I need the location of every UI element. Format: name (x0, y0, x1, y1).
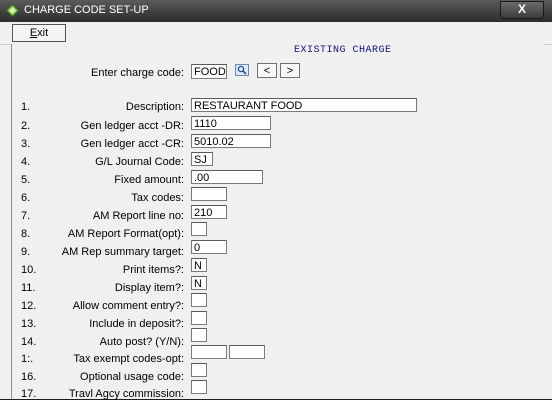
travel-agency-commission-label: Travl Agcy commission: (68, 388, 184, 400)
charge-code-setup-window: CHARGE CODE SET-UP X Exit EXISTING CHARG… (0, 0, 552, 400)
allow-comment-label: Allow comment entry?: (72, 300, 184, 312)
search-icon[interactable] (235, 64, 249, 76)
fixed-amount-label: Fixed amount: (114, 174, 184, 186)
tax-exempt-field-2[interactable] (229, 345, 265, 359)
tax-exempt-field-1[interactable] (191, 345, 227, 359)
previous-code-button[interactable]: < (257, 63, 277, 78)
am-report-line-label: AM Report line no: (92, 210, 184, 222)
fixed-amount-field[interactable]: .00 (191, 170, 263, 184)
toolbar: Exit (0, 22, 552, 45)
gl-acct-dr-label: Gen ledger acct -DR: (80, 120, 184, 132)
auto-post-field[interactable] (191, 328, 207, 342)
optional-usage-field[interactable] (191, 363, 207, 377)
print-items-label: Print items?: (122, 264, 184, 276)
tax-exempt-label: Tax exempt codes-opt: (73, 353, 184, 365)
charge-code-input[interactable]: FOOD (191, 64, 227, 79)
close-icon: X (517, 2, 526, 16)
travel-agency-commission-field[interactable] (191, 380, 207, 394)
optional-usage-label: Optional usage code: (80, 371, 184, 383)
exit-label: xit (37, 27, 49, 39)
allow-comment-field[interactable] (191, 293, 207, 307)
gl-journal-code-field[interactable]: SJ (191, 152, 213, 166)
title-bar: CHARGE CODE SET-UP X (0, 0, 552, 22)
charge-code-label: Enter charge code: (91, 67, 184, 79)
am-rep-summary-label: AM Rep summary target: (61, 246, 184, 258)
app-icon (6, 4, 19, 17)
include-deposit-field[interactable] (191, 311, 207, 325)
gl-acct-dr-field[interactable]: 1110 (191, 116, 271, 130)
print-items-field[interactable]: N (191, 258, 207, 272)
next-code-button[interactable]: > (280, 63, 300, 78)
am-report-format-field[interactable] (191, 222, 207, 236)
tax-codes-label: Tax codes: (131, 192, 184, 204)
am-report-line-field[interactable]: 210 (191, 205, 227, 219)
display-item-label: Display item?: (114, 282, 184, 294)
exit-button[interactable]: Exit (12, 24, 66, 42)
description-label: Description: (125, 101, 184, 113)
include-deposit-label: Include in deposit?: (89, 318, 184, 330)
display-item-field[interactable]: N (191, 276, 207, 290)
am-report-format-label: AM Report Format(opt): (67, 228, 184, 240)
close-button[interactable]: X (500, 1, 544, 19)
mode-banner: EXISTING CHARGE (294, 45, 392, 56)
am-rep-summary-field[interactable]: 0 (191, 240, 227, 254)
gl-acct-cr-field[interactable]: 5010.02 (191, 134, 271, 148)
auto-post-label: Auto post? (Y/N): (99, 336, 184, 348)
tax-codes-field[interactable] (191, 187, 227, 201)
window-title: CHARGE CODE SET-UP (24, 4, 149, 16)
description-field[interactable]: RESTAURANT FOOD (191, 98, 417, 112)
gl-acct-cr-label: Gen ledger acct -CR: (80, 138, 184, 150)
gl-journal-code-label: G/L Journal Code: (95, 156, 184, 168)
